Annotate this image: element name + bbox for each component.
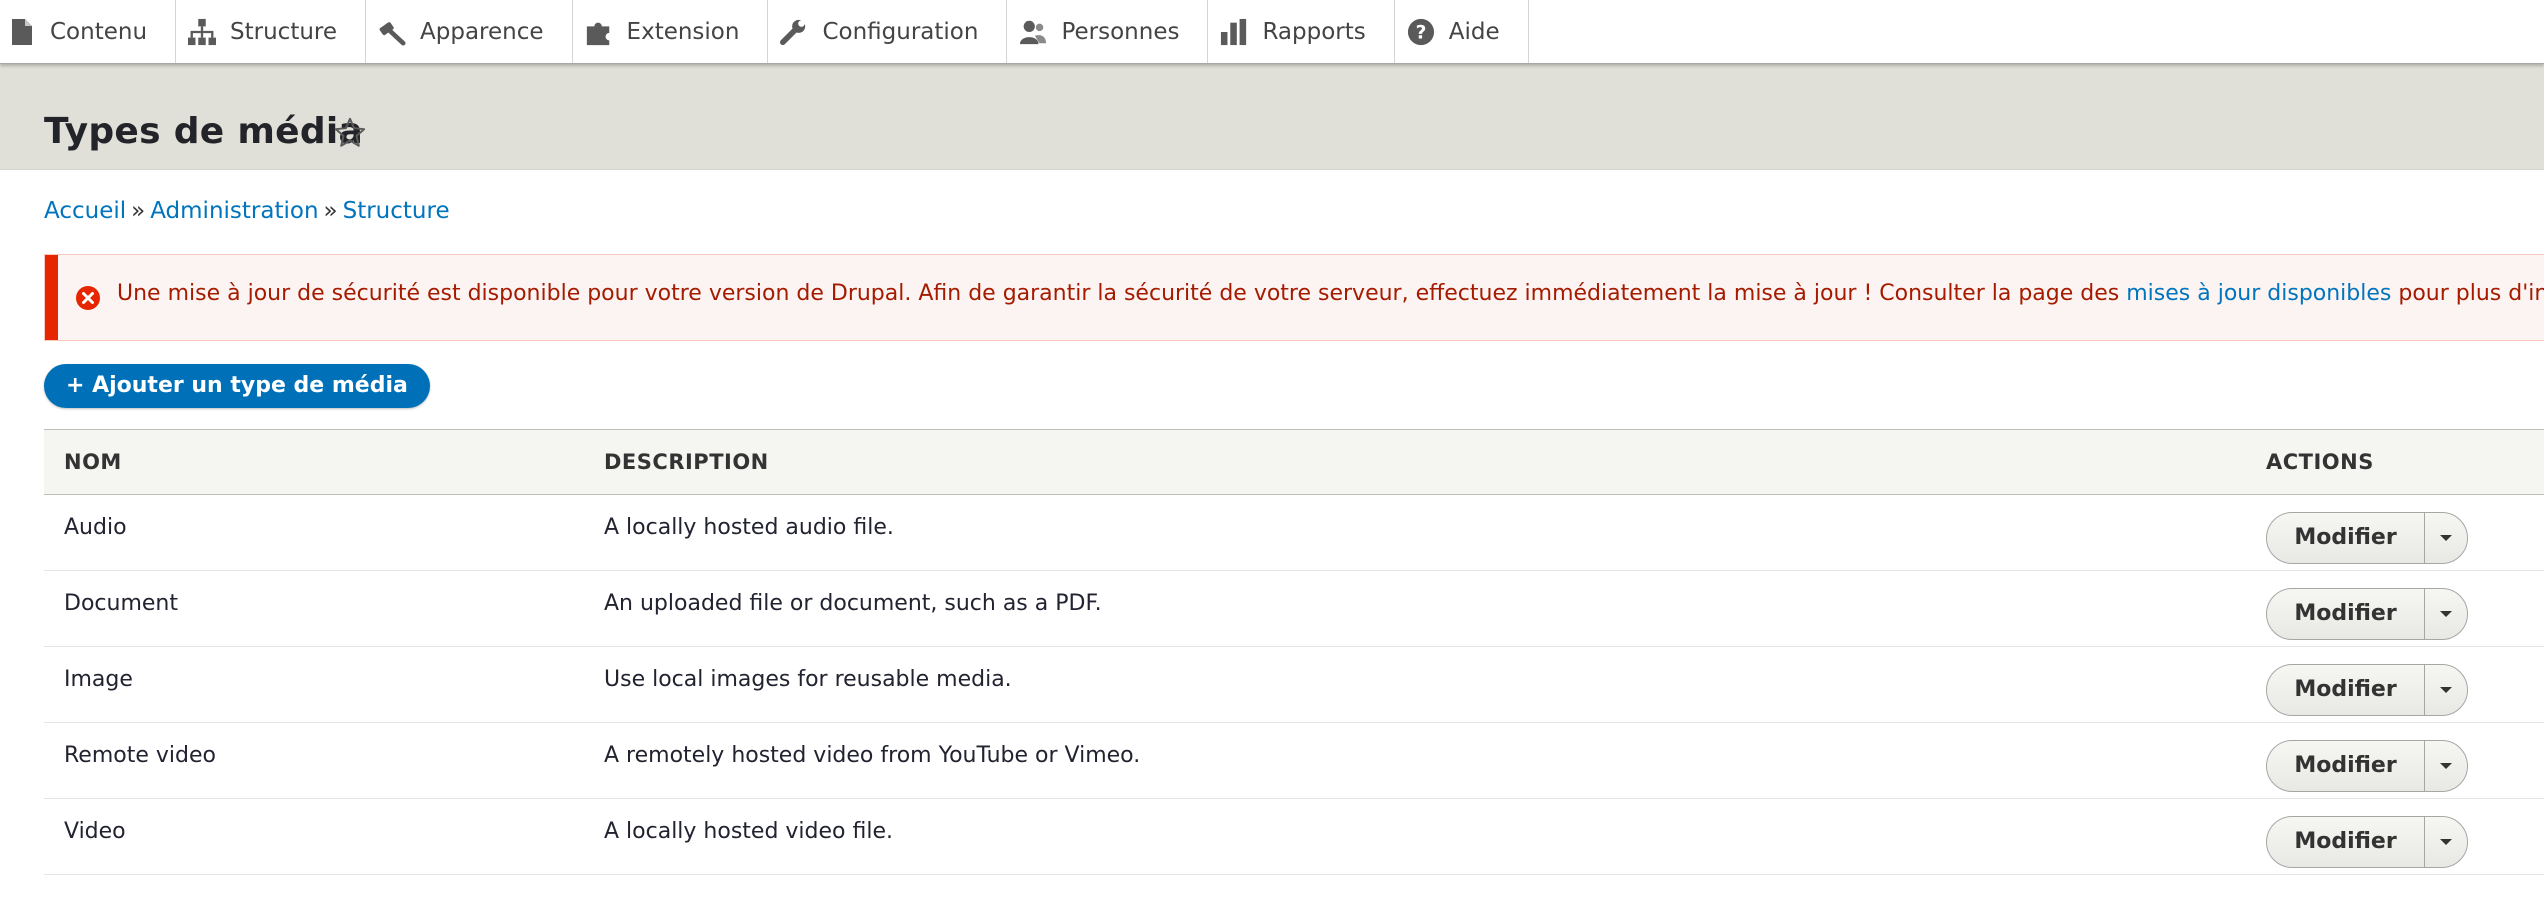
toolbar-label: Contenu (50, 18, 148, 45)
row-name: Remote video (64, 743, 216, 768)
modify-button[interactable]: Modifier (2267, 741, 2425, 791)
toolbar-label: Configuration (822, 18, 979, 45)
caret-down-icon (2440, 763, 2452, 769)
puzzle-icon (585, 17, 613, 47)
caret-down-icon (2440, 611, 2452, 617)
error-message: Une mise à jour de sécurité est disponib… (44, 254, 2544, 341)
table-row: Remote video A remotely hosted video fro… (44, 723, 2544, 799)
operations-dropbutton: Modifier (2266, 588, 2468, 640)
toolbar-item-apparence[interactable]: Apparence (366, 0, 573, 63)
toolbar-item-personnes[interactable]: Personnes (1007, 0, 1209, 63)
modify-button[interactable]: Modifier (2267, 665, 2425, 715)
breadcrumb-separator: » (323, 198, 338, 224)
svg-text:?: ? (1415, 22, 1426, 43)
column-header-name: NOM (64, 450, 122, 474)
toolbar-label: Extension (626, 18, 740, 45)
people-icon (1019, 17, 1047, 47)
dropbutton-toggle[interactable] (2425, 589, 2467, 639)
toolbar-label: Personnes (1061, 18, 1180, 45)
row-description: Use local images for reusable media. (604, 667, 1012, 692)
toolbar-item-structure[interactable]: Structure (176, 0, 367, 63)
add-media-type-button[interactable]: + Ajouter un type de média (44, 364, 430, 408)
row-description: A locally hosted audio file. (604, 515, 894, 540)
column-header-actions: ACTIONS (2266, 450, 2374, 474)
error-icon (75, 285, 101, 315)
toolbar-label: Rapports (1262, 18, 1366, 45)
column-header-description: DESCRIPTION (604, 450, 769, 474)
star-icon[interactable] (333, 116, 367, 154)
modify-button[interactable]: Modifier (2267, 589, 2425, 639)
table-row: Video A locally hosted video file. Modif… (44, 799, 2544, 875)
page-header: Types de média (0, 63, 2544, 170)
file-icon (8, 17, 36, 47)
toolbar-item-configuration[interactable]: Configuration (768, 0, 1008, 63)
row-description: A locally hosted video file. (604, 819, 893, 844)
error-message-text: Une mise à jour de sécurité est disponib… (117, 281, 2544, 306)
modify-button[interactable]: Modifier (2267, 513, 2425, 563)
table-row: Document An uploaded file or document, s… (44, 571, 2544, 647)
toolbar-item-rapports[interactable]: Rapports (1208, 0, 1395, 63)
modify-button[interactable]: Modifier (2267, 817, 2425, 867)
dropbutton-toggle[interactable] (2425, 817, 2467, 867)
row-name: Document (64, 591, 178, 616)
row-name: Audio (64, 515, 127, 540)
sitemap-icon (188, 17, 217, 47)
operations-dropbutton: Modifier (2266, 664, 2468, 716)
table-row: Image Use local images for reusable medi… (44, 647, 2544, 723)
dropbutton-toggle[interactable] (2425, 513, 2467, 563)
caret-down-icon (2440, 839, 2452, 845)
error-accent-bar (45, 255, 58, 340)
toolbar-item-contenu[interactable]: Contenu (0, 0, 177, 63)
toolbar-item-aide[interactable]: ? Aide (1395, 0, 1529, 63)
operations-dropbutton: Modifier (2266, 816, 2468, 868)
toolbar-label: Apparence (420, 18, 544, 45)
help-icon: ? (1407, 17, 1435, 47)
caret-down-icon (2440, 535, 2452, 541)
admin-toolbar: Contenu Structure Apparence Extension Co… (0, 0, 2544, 64)
toolbar-label: Aide (1448, 18, 1500, 45)
table-header: NOM DESCRIPTION ACTIONS (44, 429, 2544, 495)
row-description: An uploaded file or document, such as a … (604, 591, 1102, 616)
bar-chart-icon (1220, 17, 1248, 47)
error-message-body: Une mise à jour de sécurité est disponib… (117, 281, 2120, 306)
dropbutton-toggle[interactable] (2425, 665, 2467, 715)
breadcrumb-link-administration[interactable]: Administration (150, 198, 318, 224)
breadcrumb-link-accueil[interactable]: Accueil (44, 198, 126, 224)
paintbrush-icon (378, 17, 406, 47)
row-name: Video (64, 819, 126, 844)
breadcrumb-separator: » (131, 198, 146, 224)
breadcrumb-link-structure[interactable]: Structure (343, 198, 450, 224)
error-message-suffix: pour plus d'informations (2398, 281, 2544, 306)
breadcrumb: Accueil» Administration» Structure (44, 198, 450, 224)
wrench-icon (780, 17, 808, 47)
row-description: A remotely hosted video from YouTube or … (604, 743, 1141, 768)
operations-dropbutton: Modifier (2266, 512, 2468, 564)
available-updates-link[interactable]: mises à jour disponibles (2126, 281, 2391, 306)
toolbar-item-extension[interactable]: Extension (573, 0, 769, 63)
dropbutton-toggle[interactable] (2425, 741, 2467, 791)
media-types-table: NOM DESCRIPTION ACTIONS Audio A locally … (44, 429, 2544, 875)
operations-dropbutton: Modifier (2266, 740, 2468, 792)
row-name: Image (64, 667, 133, 692)
table-row: Audio A locally hosted audio file. Modif… (44, 495, 2544, 571)
caret-down-icon (2440, 687, 2452, 693)
page-title: Types de média (44, 111, 364, 152)
toolbar-label: Structure (230, 18, 338, 45)
